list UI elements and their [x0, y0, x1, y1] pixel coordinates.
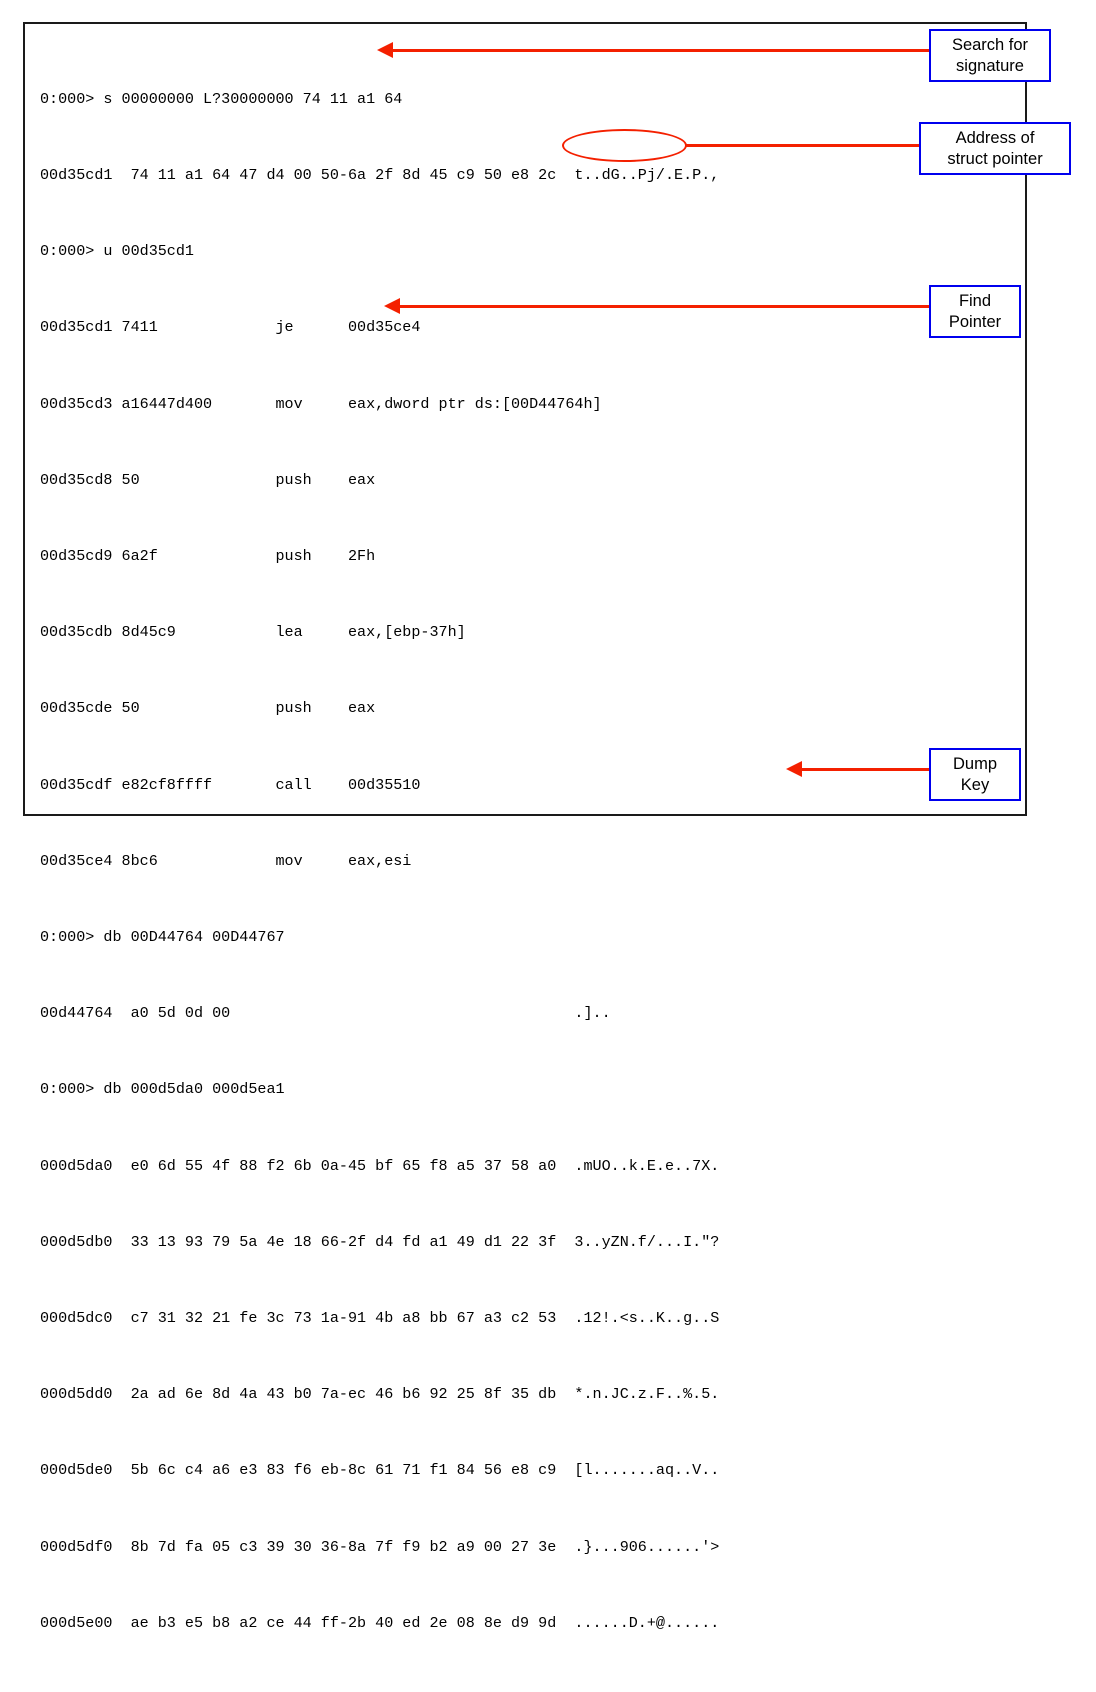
terminal-line: 00d35cd3 a16447d400 mov eax,dword ptr ds… [40, 394, 602, 413]
highlight-ellipse-struct-pointer-address [562, 129, 687, 162]
terminal-line: 00d35ce4 8bc6 mov eax,esi [40, 851, 412, 870]
terminal-line: 000d5e00 ae b3 e5 b8 a2 ce 44 ff-2b 40 e… [40, 1613, 720, 1632]
terminal-line: 000d5e10 9f 69 c1 a4 0b 4d bd 02-9a 0c 8… [40, 1687, 940, 1692]
callout-dump-key: Dump Key [929, 748, 1021, 801]
terminal-line: 000d5db0 33 13 93 79 5a 4e 18 66-2f d4 f… [40, 1232, 720, 1251]
terminal-line: 00d35cdb 8d45c9 lea eax,[ebp-37h] [40, 623, 466, 642]
terminal-line: 000d5de0 5b 6c c4 a6 e3 83 f6 eb-8c 61 7… [40, 1461, 720, 1480]
terminal-line: 0:000> db 000d5da0 000d5ea1 [40, 1080, 285, 1099]
terminal-line: 00d44764 a0 5d 0d 00 .].. [40, 1004, 611, 1023]
terminal-line: 0:000> db 00D44764 00D44767 [40, 928, 285, 947]
callout-address-of-struct-pointer: Address of struct pointer [919, 122, 1071, 175]
terminal-line: 000d5dc0 c7 31 32 21 fe 3c 73 1a-91 4b a… [40, 1309, 720, 1328]
annotation-arrow-head-search-for-signature [377, 42, 393, 58]
terminal-line: 00d35cd1 74 11 a1 64 47 d4 00 50-6a 2f 8… [40, 166, 720, 185]
terminal-line: 00d35cd9 6a2f push 2Fh [40, 547, 376, 566]
annotation-arrow-head-dump-key [786, 761, 802, 777]
terminal-line: 00d35cd1 7411 je 00d35ce4 [40, 318, 421, 337]
terminal-line: 00d35cd8 50 push eax [40, 470, 376, 489]
terminal-line: 0:000> u 00d35cd1 [40, 242, 194, 261]
annotation-arrow-line-search-for-signature [393, 49, 931, 52]
terminal-line: 0:000> s 00000000 L?30000000 74 11 a1 64 [40, 89, 403, 108]
terminal-line: 000d5da0 e0 6d 55 4f 88 f2 6b 0a-45 bf 6… [40, 1156, 720, 1175]
terminal-line: 000d5df0 8b 7d fa 05 c3 39 30 36-8a 7f f… [40, 1537, 720, 1556]
callout-search-for-signature: Search for signature [929, 29, 1051, 82]
terminal-line: 00d35cdf e82cf8ffff call 00d35510 [40, 775, 421, 794]
annotation-arrow-line-dump-key [802, 768, 931, 771]
annotation-arrow-head-find-pointer [384, 298, 400, 314]
annotation-arrow-line-address-of-struct-pointer [685, 144, 920, 147]
terminal-line: 00d35cde 50 push eax [40, 699, 376, 718]
annotation-arrow-line-find-pointer [400, 305, 931, 308]
screenshot-stage: 0:000> s 00000000 L?30000000 74 11 a1 64… [0, 0, 1096, 1692]
callout-find-pointer: Find Pointer [929, 285, 1021, 338]
terminal-line: 000d5dd0 2a ad 6e 8d 4a 43 b0 7a-ec 46 b… [40, 1385, 720, 1404]
debugger-transcript[interactable]: 0:000> s 00000000 L?30000000 74 11 a1 64… [40, 36, 940, 1692]
